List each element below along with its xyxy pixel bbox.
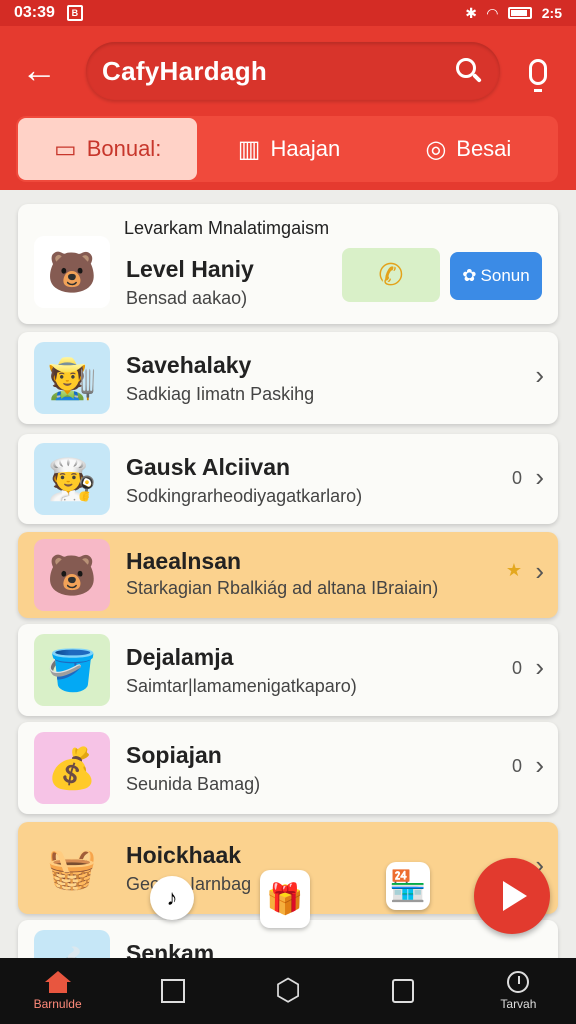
search-bar[interactable]: CafyHardagh: [86, 42, 500, 100]
item-badge: 0: [511, 658, 522, 678]
chevron-right-icon: ›: [535, 652, 544, 682]
item-subtitle: Starkagian Rbalkiág ad altana IBraiain): [126, 578, 439, 598]
arrow-left-icon: ←: [21, 49, 57, 90]
tab-bar: ▭ Bonual: ▥ Haajan ◎ Besai: [16, 116, 558, 182]
hexagon-icon: ⬡: [274, 974, 302, 1007]
chef-icon: 🧑‍🍳: [34, 443, 110, 515]
nav-label: Barnulde: [33, 997, 82, 1011]
app-title: CafyHardagh: [102, 55, 268, 86]
back-button[interactable]: ←: [14, 48, 64, 92]
list-item[interactable]: 🐻 Haealnsan Starkagian Rbalkiág ad altan…: [18, 532, 558, 618]
battery-icon: [507, 7, 532, 19]
item-badge: 0: [511, 468, 522, 488]
bottom-nav: Barnulde ⬡ Tarvah: [0, 958, 576, 1024]
list-item[interactable]: 🪣 Dejalamja Saimtar|lamamenigatkaparo) 0…: [18, 624, 558, 716]
pot-icon: 🍲: [34, 930, 110, 958]
coin-bucket-icon: 🪣: [34, 634, 110, 706]
music-bubble[interactable]: ♪: [150, 876, 194, 920]
tab-besai[interactable]: ◎ Besai: [379, 116, 558, 182]
bear-icon: 🐻: [34, 236, 110, 308]
play-fab[interactable]: [474, 858, 550, 934]
mic-icon: [529, 59, 547, 92]
note-icon: ♪: [166, 885, 178, 910]
tab-haajan[interactable]: ▥ Haajan: [199, 116, 378, 182]
search-icon[interactable]: [454, 56, 484, 86]
item-subtitle: Sadkiag Iimatn Paskihg: [126, 384, 315, 404]
refresh-icon: ◎: [425, 135, 447, 163]
item-title: Haealnsan: [126, 548, 242, 574]
message-icon: ▭: [54, 135, 77, 163]
item-title: Gausk Alciivan: [126, 454, 291, 480]
play-icon: [503, 881, 527, 911]
item-subtitle: Saimtar|lamamenigatkaparo): [126, 676, 357, 696]
level-subtitle: Bensad aakao): [126, 288, 248, 308]
item-title: Sopiajan: [126, 742, 222, 768]
square-icon: [160, 979, 185, 1003]
status-time: 03:39: [14, 4, 55, 21]
wifi-icon: ◠: [486, 4, 498, 21]
basket-coins-icon: 🧺: [34, 832, 110, 904]
farmer-icon: 🧑‍🌾: [34, 342, 110, 414]
copy-icon: [392, 979, 415, 1003]
home-icon: [44, 971, 71, 993]
app-bar: ← CafyHardagh ▭ Bonual: ▥ Haajan ◎ Besai: [0, 26, 576, 190]
level-title: Level Haniy: [126, 256, 254, 282]
gift-shortcut[interactable]: 🎁: [260, 870, 310, 928]
clock-icon: [507, 971, 530, 993]
tab-label: Bonual:: [86, 136, 162, 161]
gear-icon: ✿: [462, 266, 477, 285]
bonus-button[interactable]: ✿ Sonun: [450, 252, 542, 300]
item-title: Dejalamja: [126, 644, 234, 670]
status-bar: 03:39 B ✱ ◠ 2:5: [0, 0, 576, 26]
bluetooth-icon: ✱: [465, 4, 477, 21]
item-title: Hoickhaak: [126, 842, 242, 868]
nav-hexagon[interactable]: ⬡: [230, 958, 345, 1024]
item-badge: 0: [511, 756, 522, 776]
gift-icon: 🎁: [266, 882, 304, 916]
level-card[interactable]: Levarkam Mnalatimgaism 🐻 Level Haniy Ben…: [18, 204, 558, 324]
item-title: Senkam: [126, 940, 215, 958]
chevron-right-icon: ›: [535, 462, 544, 492]
shop-icon: 🏪: [389, 869, 427, 903]
item-subtitle: Seunida Bamag): [126, 774, 261, 794]
shop-shortcut[interactable]: 🏪: [386, 862, 430, 910]
chevron-right-icon: ›: [535, 556, 544, 586]
bear-icon: 🐻: [34, 539, 110, 611]
list-item[interactable]: 🧑‍🍳 Gausk Alciivan Sodkingrarheodiyagatk…: [18, 434, 558, 524]
phone-icon: ✆: [378, 258, 404, 292]
list-item[interactable]: 💰 Sopiajan Seunida Bamag) 0 ›: [18, 722, 558, 814]
item-title: Savehalaky: [126, 352, 252, 378]
notification-icon: B: [66, 5, 83, 21]
mic-button[interactable]: [516, 50, 560, 94]
basket-icon: ▥: [237, 135, 261, 163]
content-list: Levarkam Mnalatimgaism 🐻 Level Haniy Ben…: [0, 192, 576, 958]
item-subtitle: Sodkingrarheodiyagatkarlaro): [126, 486, 363, 506]
bonus-label: Sonun: [480, 266, 530, 285]
nav-label: Tarvah: [500, 997, 537, 1011]
list-item[interactable]: 🧑‍🌾 Savehalaky Sadkiag Iimatn Paskihg ›: [18, 332, 558, 424]
tab-bonual[interactable]: ▭ Bonual:: [18, 118, 198, 180]
nav-home[interactable]: Barnulde: [0, 958, 115, 1024]
tab-label: Haajan: [270, 136, 341, 161]
nav-square[interactable]: [115, 958, 230, 1024]
nav-history[interactable]: Tarvah: [461, 958, 576, 1024]
level-heading: Levarkam Mnalatimgaism: [124, 218, 330, 238]
chevron-right-icon: ›: [535, 750, 544, 780]
sack-icon: 💰: [34, 732, 110, 804]
star-icon: ★: [505, 560, 522, 580]
battery-text: 2:5: [541, 5, 562, 21]
tab-label: Besai: [456, 136, 512, 161]
chevron-right-icon: ›: [535, 360, 544, 390]
nav-copy[interactable]: [346, 958, 461, 1024]
call-button[interactable]: ✆: [342, 248, 440, 302]
